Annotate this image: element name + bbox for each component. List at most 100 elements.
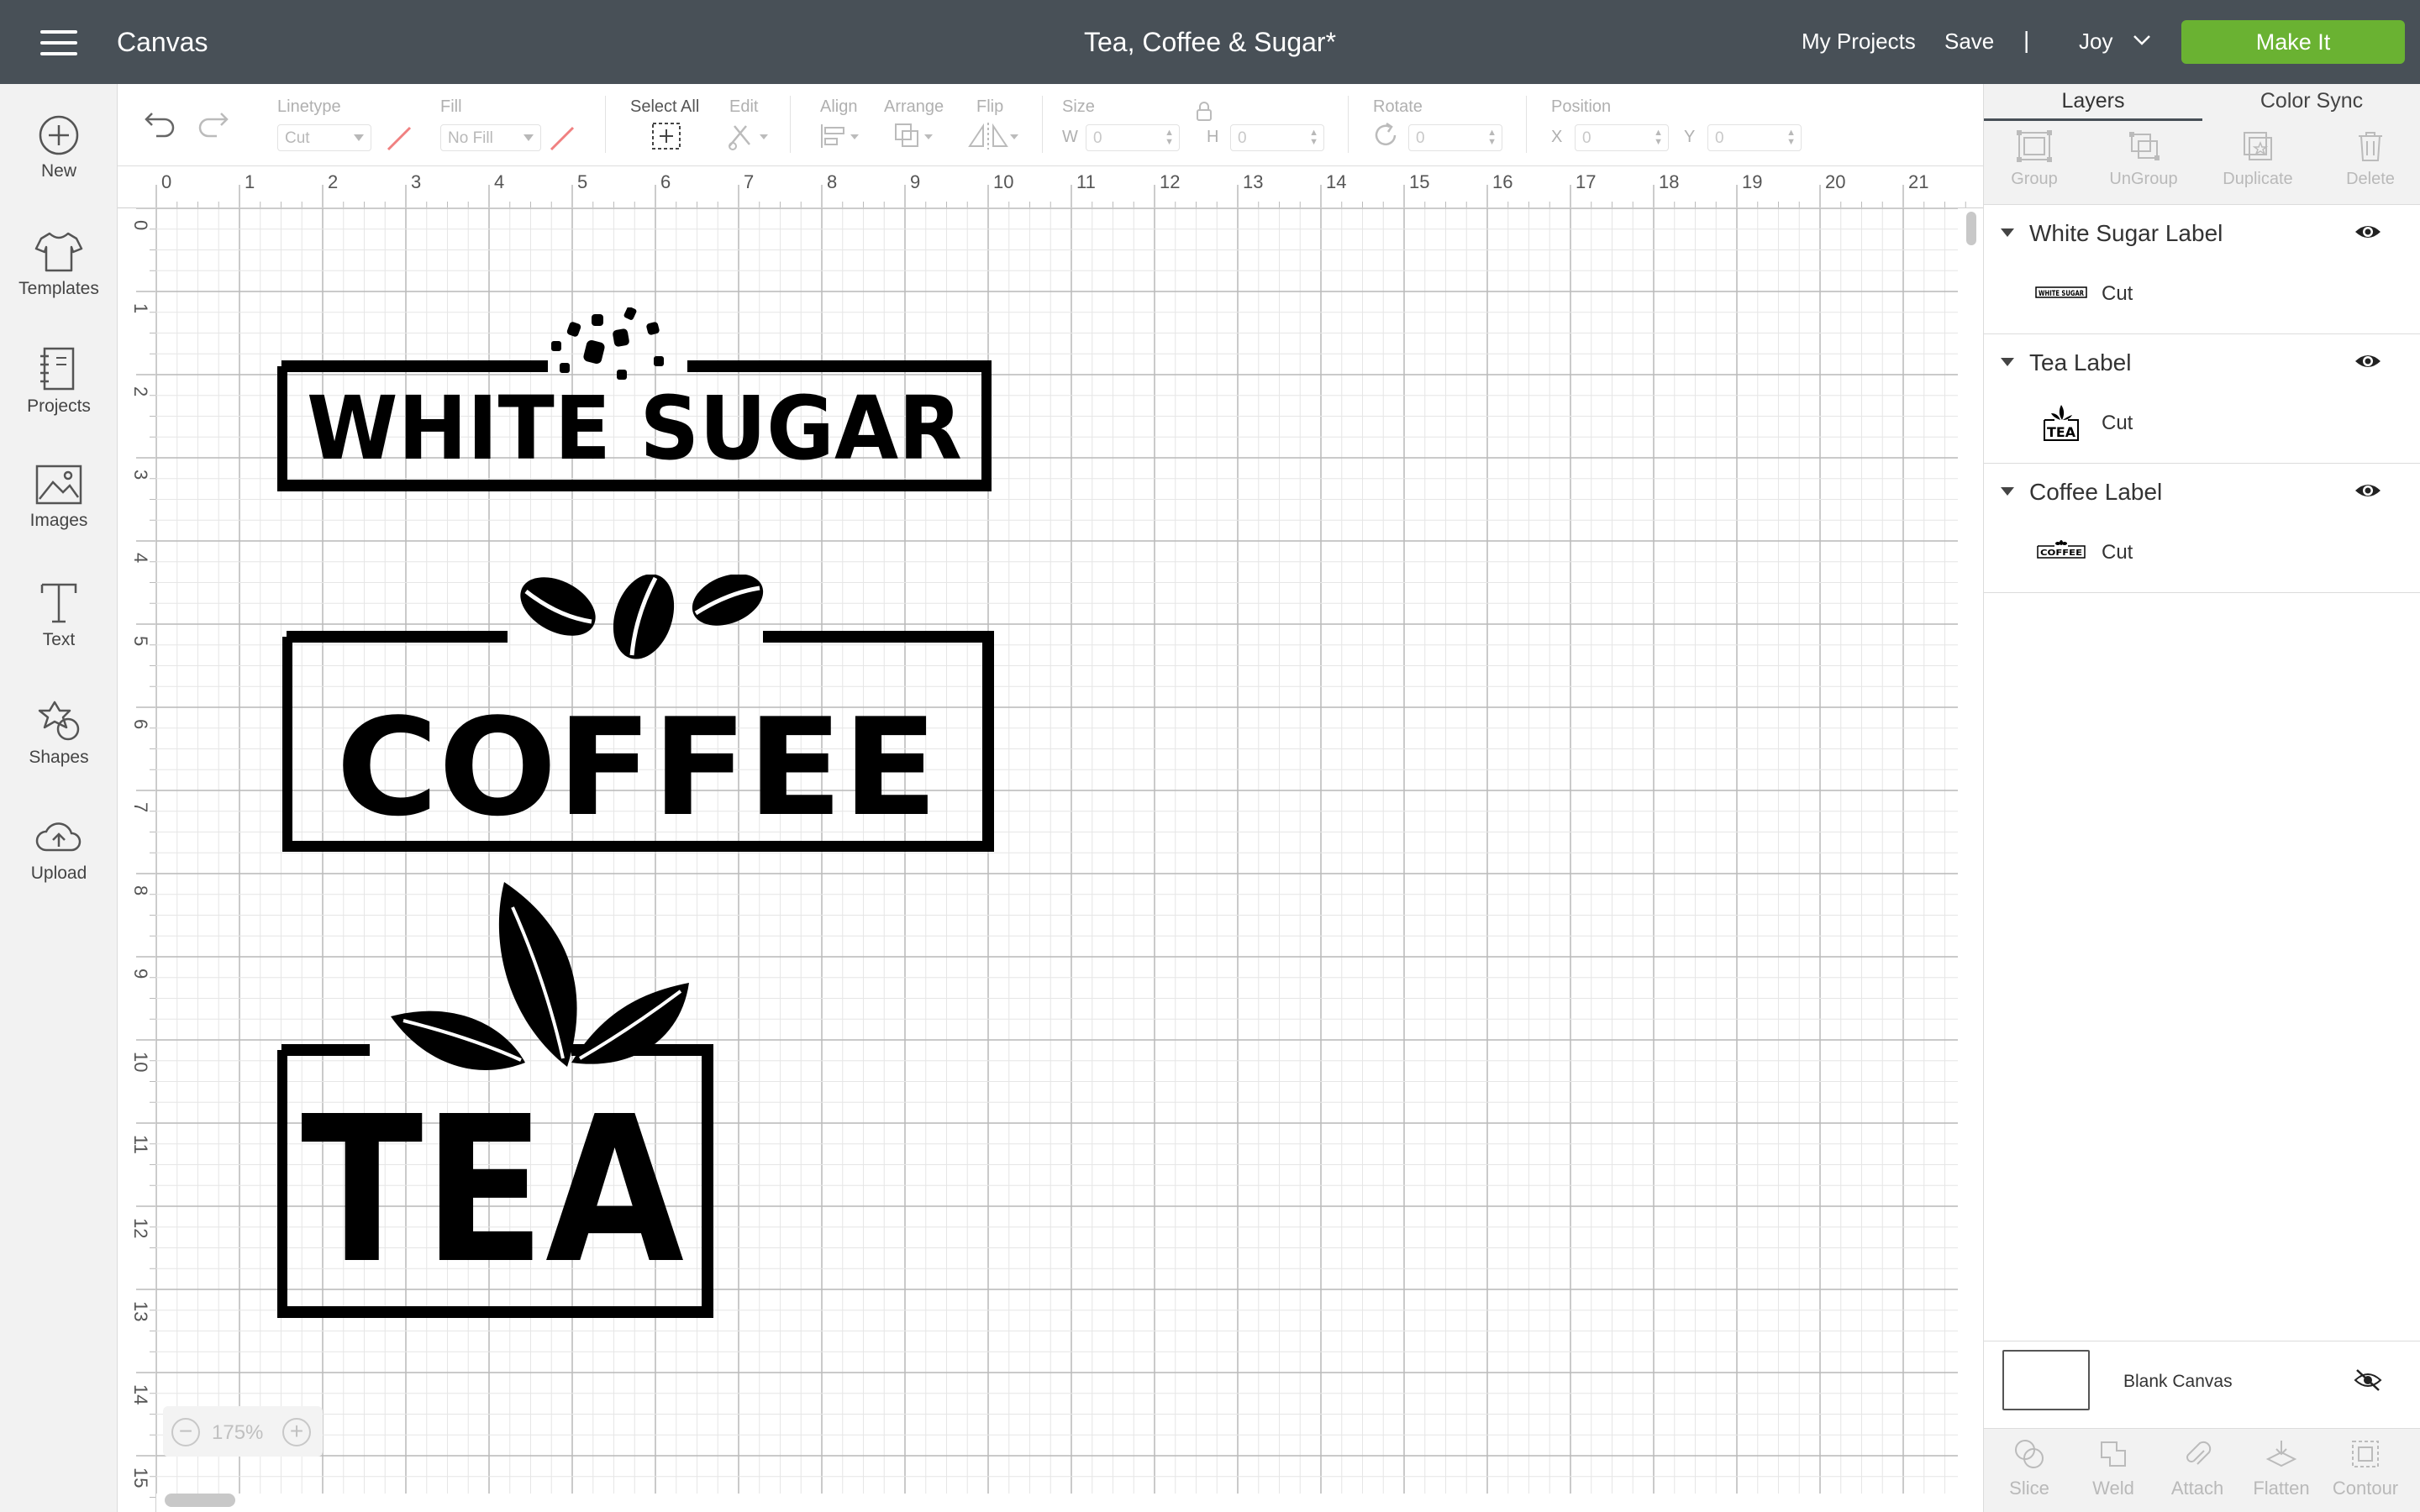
thumbnail-text: COFFEE xyxy=(2040,549,2082,558)
group-icon xyxy=(2017,130,2052,162)
ruler-tick-label: 11 xyxy=(1076,171,1096,192)
sidebar-item-upload[interactable]: Upload xyxy=(0,816,118,917)
sidebar-item-label: Text xyxy=(42,630,76,649)
sidebar-item-projects[interactable]: Projects xyxy=(0,346,118,447)
vertical-scrollbar[interactable] xyxy=(1966,212,1976,245)
blank-canvas-row[interactable]: Blank Canvas xyxy=(1984,1341,2420,1428)
toolbar-divider xyxy=(1348,96,1349,153)
sidebar-item-text[interactable]: Text xyxy=(0,581,118,682)
linetype-color-swatch[interactable] xyxy=(385,126,413,151)
zoom-level: 175% xyxy=(212,1421,264,1444)
ruler-tick-label: 11 xyxy=(130,1135,151,1154)
coffee-label[interactable]: COFFEE xyxy=(282,575,997,852)
save-link[interactable]: Save xyxy=(1944,29,1994,55)
rotate-input[interactable]: 0 ▲ ▼ xyxy=(1408,124,1502,151)
layers-panel: Layers Color Sync Group UnGroup Duplicat… xyxy=(1983,84,2420,1512)
ruler-tick-label: 1 xyxy=(130,303,151,313)
zoom-out-button[interactable]: − xyxy=(171,1418,200,1446)
sidebar-item-templates[interactable]: Templates xyxy=(0,230,118,331)
tab-layers[interactable]: Layers xyxy=(1984,84,2202,121)
sidebar-item-new[interactable]: New xyxy=(0,114,118,215)
stepper-icon: ▲ ▼ xyxy=(1165,128,1174,147)
layer-name: White Sugar Label xyxy=(2029,220,2223,246)
caret-down-icon[interactable] xyxy=(2001,487,2014,496)
ungroup-label: UnGroup xyxy=(2109,170,2178,188)
tea-label[interactable]: TEA xyxy=(277,882,781,1319)
ruler-tick-label: 4 xyxy=(494,171,504,192)
group-button[interactable]: Group xyxy=(1984,129,2085,189)
ruler-tick-label: 18 xyxy=(1659,171,1679,192)
attach-button[interactable]: Attach xyxy=(2155,1437,2239,1499)
flip-icon[interactable] xyxy=(966,121,1020,151)
layer-thumbnail: WHITE SUGAR xyxy=(2035,286,2087,298)
slice-button[interactable]: Slice xyxy=(1987,1437,2071,1499)
white-sugar-label[interactable]: WHITE SUGAR xyxy=(277,307,992,492)
duplicate-button[interactable]: Duplicate xyxy=(2207,129,2308,189)
tab-color-sync[interactable]: Color Sync xyxy=(2202,84,2420,121)
flatten-button[interactable]: Flatten xyxy=(2239,1437,2323,1499)
eye-icon[interactable] xyxy=(2354,351,2382,371)
eye-icon[interactable] xyxy=(2354,222,2382,242)
ruler-tick-label: 13 xyxy=(130,1301,151,1321)
chevron-down-icon[interactable] xyxy=(2133,30,2151,49)
make-it-button[interactable]: Make It xyxy=(2181,20,2405,64)
document-title-wrap: Tea, Coffee & Sugar* xyxy=(0,27,2420,58)
y-input[interactable]: 0 ▲ ▼ xyxy=(1707,124,1802,151)
fill-color-swatch[interactable] xyxy=(548,126,576,151)
ungroup-button[interactable]: UnGroup xyxy=(2093,129,2194,189)
undo-icon[interactable] xyxy=(141,109,178,139)
caret-down-icon[interactable] xyxy=(2001,358,2014,366)
layer-white-sugar[interactable]: White Sugar Label WHITE SUGAR Cut xyxy=(1984,205,2420,334)
linetype-select[interactable]: Cut xyxy=(277,124,371,151)
width-input[interactable]: 0 ▲ ▼ xyxy=(1086,124,1180,151)
ruler-tick-label: 17 xyxy=(1576,171,1596,192)
eye-hidden-icon[interactable] xyxy=(2354,1368,2382,1392)
user-name[interactable]: Joy xyxy=(2079,29,2112,55)
trash-icon xyxy=(2359,132,2382,161)
image-icon xyxy=(35,465,82,505)
height-input[interactable]: 0 ▲ ▼ xyxy=(1230,124,1324,151)
horizontal-scrollbar[interactable] xyxy=(165,1494,235,1507)
eye-icon[interactable] xyxy=(2354,480,2382,501)
lock-icon[interactable] xyxy=(1195,101,1213,123)
y-label: Y xyxy=(1684,128,1696,146)
zoom-in-button[interactable]: + xyxy=(282,1418,311,1446)
delete-label: Delete xyxy=(2346,170,2395,188)
hamburger-menu-icon[interactable] xyxy=(40,30,77,55)
sidebar-item-label: Images xyxy=(29,511,88,530)
delete-button[interactable]: Delete xyxy=(2320,129,2420,189)
document-title[interactable]: Tea, Coffee & Sugar* xyxy=(1084,27,1336,57)
arrange-icon[interactable] xyxy=(892,121,939,151)
stepper-icon: ▲ ▼ xyxy=(1786,128,1796,147)
layer-coffee[interactable]: Coffee Label COFFEE Cut xyxy=(1984,464,2420,593)
top-bar: Canvas Tea, Coffee & Sugar* My Projects … xyxy=(0,0,2420,84)
layer-operation: Cut xyxy=(2102,541,2133,564)
rotate-icon[interactable] xyxy=(1371,121,1400,150)
edit-tools-icon[interactable] xyxy=(724,121,771,151)
header-separator: | xyxy=(2023,27,2030,53)
canvas-color-swatch[interactable] xyxy=(2002,1350,2090,1410)
fill-select[interactable]: No Fill xyxy=(440,124,541,151)
sidebar-item-images[interactable]: Images xyxy=(0,464,118,564)
sidebar-item-shapes[interactable]: Shapes xyxy=(0,699,118,800)
ruler-tick-label: 6 xyxy=(660,171,671,192)
contour-button[interactable]: Contour xyxy=(2323,1437,2407,1499)
layer-name: Tea Label xyxy=(2029,349,2132,375)
caret-down-icon[interactable] xyxy=(2001,228,2014,237)
weld-button[interactable]: Weld xyxy=(2071,1437,2155,1499)
align-icon[interactable] xyxy=(818,121,865,151)
design-canvas[interactable]: 0 1 2 3 4 5 6 7 8 9 10 11 12 13 14 15 16 17 18 19 20 21 01234… xyxy=(118,166,1983,1512)
ruler-tick-label: 2 xyxy=(328,171,338,192)
layer-bottom-actions: Slice Weld Attach Flatten Contour xyxy=(1984,1428,2420,1512)
my-projects-link[interactable]: My Projects xyxy=(1802,29,1916,55)
notebook-icon xyxy=(40,347,75,391)
x-input[interactable]: 0 ▲ ▼ xyxy=(1575,124,1669,151)
ruler-tick-label: 10 xyxy=(993,171,1013,192)
ruler-tick-label: 5 xyxy=(130,636,151,646)
ruler-tick-label: 9 xyxy=(910,171,920,192)
rotate-value: 0 xyxy=(1416,129,1425,147)
layer-tea[interactable]: Tea Label TEA Cut xyxy=(1984,334,2420,464)
redo-icon[interactable] xyxy=(195,109,232,139)
ruler-tick-label: 16 xyxy=(1492,171,1512,192)
select-all-icon[interactable] xyxy=(650,121,682,151)
